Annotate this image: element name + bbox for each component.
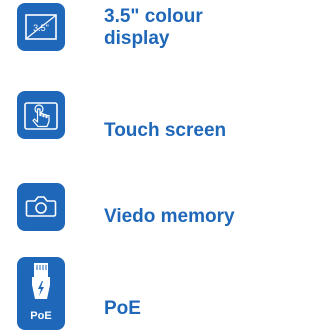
display-size-text: 3.5" xyxy=(33,23,49,33)
display-size-icon: 3.5" xyxy=(17,3,65,51)
feature-label-line2: display xyxy=(104,28,170,49)
camera-icon xyxy=(17,183,65,231)
poe-icon-text: PoE xyxy=(30,310,51,322)
feature-label-line1: 3.5" colour xyxy=(104,6,203,27)
touch-hand-icon xyxy=(17,91,65,139)
feature-label: Touch screen xyxy=(104,120,227,141)
feature-label: 3.5" colour display xyxy=(104,6,203,50)
feature-label: PoE xyxy=(104,298,141,319)
feature-label: Viedo memory xyxy=(104,206,235,227)
poe-plug-icon: PoE xyxy=(17,257,65,330)
